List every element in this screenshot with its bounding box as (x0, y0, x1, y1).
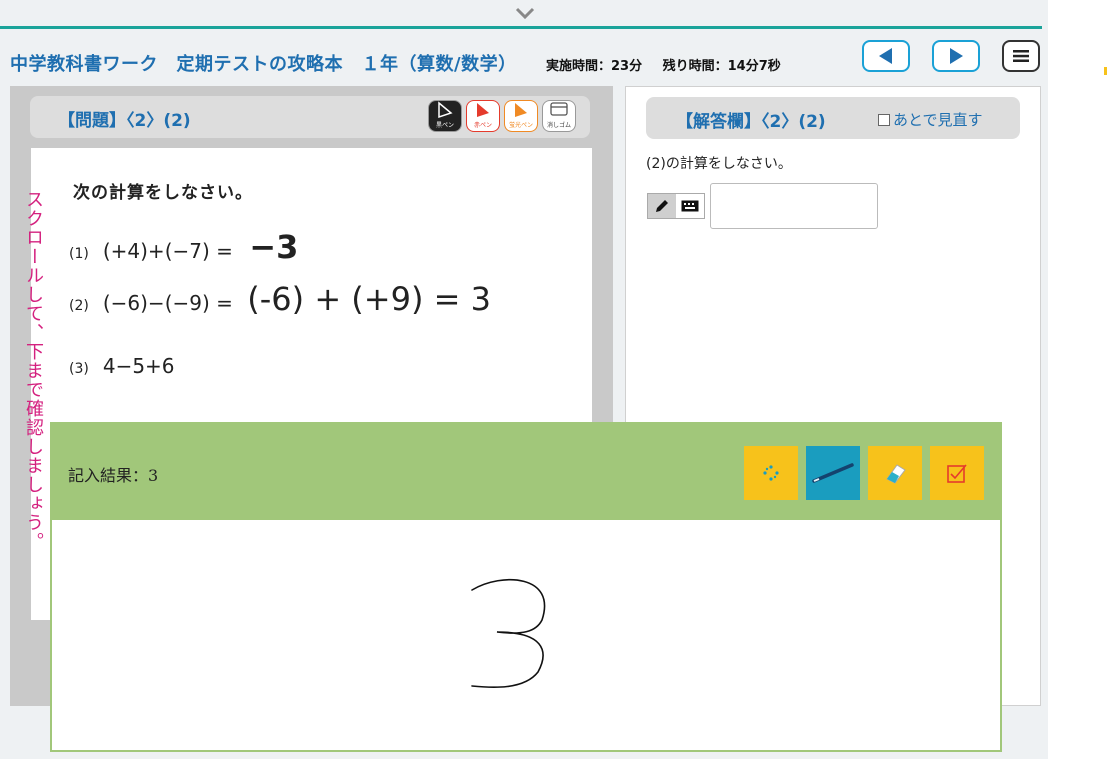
red-pen-button[interactable]: 赤ペン (466, 100, 500, 132)
eraser-icon (886, 464, 906, 484)
keyboard-icon (681, 200, 699, 212)
eraser-button[interactable]: 消しゴム (542, 100, 576, 132)
question-item-3: (3) 4−5+6 (69, 354, 175, 378)
result-label: 記入結果： (68, 466, 149, 485)
prev-button[interactable] (862, 40, 910, 72)
answer-input[interactable] (710, 183, 878, 229)
clear-button[interactable] (744, 446, 798, 500)
question-instruction: 次の計算をしなさい。 (73, 183, 253, 203)
black-pen-label: 黒ペン (435, 122, 454, 129)
question-header: 【問題】〈2〉(2) 黒ペン 赤ペン 蛍光ペン 消しゴム (30, 96, 590, 138)
highlighter-button[interactable]: 蛍光ペン (504, 100, 538, 132)
result-value: 3 (148, 466, 159, 485)
pen-button[interactable] (806, 446, 860, 500)
popup-toolbar: 記入結果：3 (50, 422, 1002, 520)
eraser-tool-icon (550, 102, 568, 116)
app-window: 中学教科書ワーク 定期テストの攻略本 １年（算数/数学） 実施時間：23分 残り… (0, 0, 1048, 759)
question-label: 【問題】〈2〉(2) (58, 111, 191, 131)
black-pen-icon (438, 101, 453, 119)
handwriting-annotation: (-6) + (+9) = 3 (247, 280, 491, 318)
question-item-1: (1) (+4)+(−7) = −3 (69, 228, 298, 266)
handwriting-annotation: −3 (249, 228, 299, 266)
keyboard-mode-button[interactable] (676, 194, 704, 218)
handwriting-canvas[interactable] (50, 520, 1002, 752)
elapsed-time: 実施時間：23分 (546, 59, 643, 74)
popup-tool-buttons (744, 446, 984, 500)
arrow-left-icon (879, 48, 892, 64)
item-number: (2) (69, 298, 89, 314)
chevron-down-icon[interactable] (514, 6, 536, 20)
scroll-hint: スクロールして、下まで確認しましょう。 (23, 190, 44, 551)
review-later-checkbox[interactable]: あとで見直す (878, 109, 983, 130)
arrow-right-icon (950, 48, 963, 64)
pencil-icon (656, 200, 668, 212)
item-expression: (+4)+(−7) = (102, 239, 233, 263)
eraser-popup-button[interactable] (868, 446, 922, 500)
item-expression: 4−5+6 (102, 354, 175, 378)
remaining-time: 残り時間：14分7秒 (662, 59, 781, 74)
menu-button[interactable] (1002, 40, 1040, 72)
answer-prompt: (2)の計算をしなさい。 (646, 156, 792, 172)
item-number: (1) (69, 246, 89, 262)
pen-icon (812, 463, 854, 483)
handwriting-popup: 記入結果：3 (50, 422, 1002, 752)
red-pen-icon (477, 103, 489, 117)
checkbox-box[interactable] (878, 113, 890, 126)
next-button[interactable] (932, 40, 980, 72)
input-mode-toggle (647, 193, 705, 219)
item-number: (3) (69, 361, 89, 377)
header-divider (0, 26, 1042, 29)
pen-toolbar: 黒ペン 赤ペン 蛍光ペン 消しゴム (428, 100, 576, 132)
page-title: 中学教科書ワーク 定期テストの攻略本 １年（算数/数学） (10, 54, 517, 75)
eraser-label: 消しゴム (546, 122, 571, 129)
recognition-result: 記入結果：3 (68, 462, 158, 486)
answer-header: 【解答欄】〈2〉(2) あとで見直す (646, 97, 1020, 139)
item-expression: (−6)−(−9) = (102, 291, 233, 315)
red-pen-label: 赤ペン (473, 122, 492, 129)
edge-marker (1104, 67, 1107, 75)
highlighter-icon (515, 103, 527, 117)
question-item-2: (2) (−6)−(−9) = (-6) + (+9) = 3 (69, 280, 491, 318)
confirm-button[interactable] (930, 446, 984, 500)
confirm-icon (947, 464, 967, 483)
sparkle-icon (763, 465, 779, 481)
review-later-label: あとで見直す (893, 111, 983, 129)
black-pen-button[interactable]: 黒ペン (428, 100, 462, 132)
timer: 実施時間：23分 残り時間：14分7秒 (546, 55, 797, 74)
answer-label: 【解答欄】〈2〉(2) (676, 112, 826, 132)
hamburger-icon (1013, 50, 1029, 62)
handwritten-stroke (471, 578, 546, 689)
highlighter-label: 蛍光ペン (508, 122, 533, 129)
handwriting-mode-button[interactable] (648, 194, 676, 218)
